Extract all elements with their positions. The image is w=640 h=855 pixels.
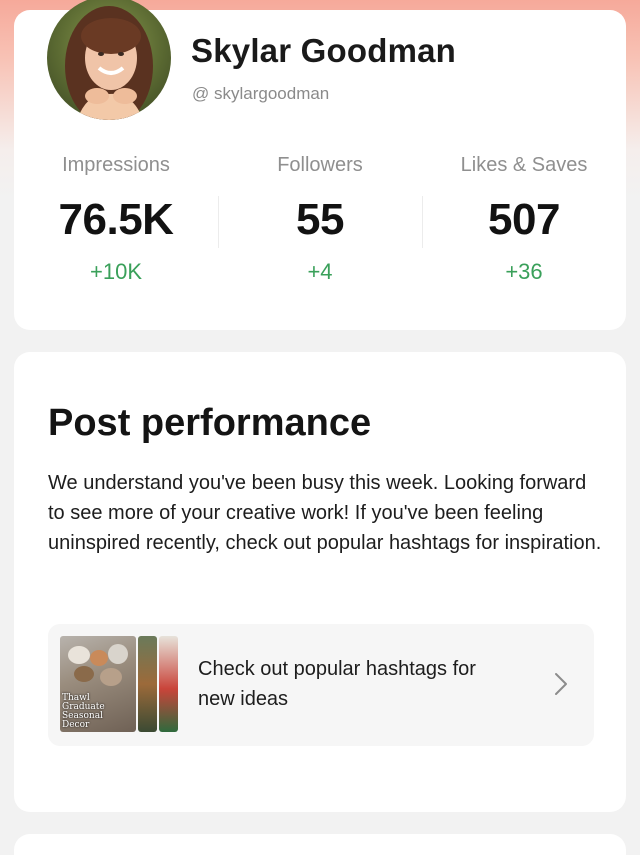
thumbnail-image xyxy=(138,636,157,732)
thumbnail-image: Thawl Graduate Seasonal Decor xyxy=(60,636,136,732)
profile-card: Skylar Goodman @ skylargoodman Impressio… xyxy=(14,0,626,330)
section-title: Post performance xyxy=(48,402,372,444)
stat-delta: +36 xyxy=(505,259,543,284)
stat-label: Impressions xyxy=(62,154,170,176)
post-performance-card: Post performance We understand you've be… xyxy=(14,352,626,812)
stat-delta: +4 xyxy=(307,259,333,284)
stat-value: 55 xyxy=(296,195,344,244)
thumbnail-image xyxy=(159,636,178,732)
avatar-photo xyxy=(47,0,171,120)
thumbnail-caption: Thawl Graduate Seasonal Decor xyxy=(62,693,105,730)
stat-followers[interactable]: Followers 55 +4 xyxy=(218,154,422,294)
stat-value: 507 xyxy=(488,195,560,244)
avatar[interactable] xyxy=(47,0,171,120)
stats-row: Impressions 76.5K +10K Followers 55 +4 L… xyxy=(14,154,626,294)
stat-impressions[interactable]: Impressions 76.5K +10K xyxy=(14,154,218,294)
stat-label: Likes & Saves xyxy=(460,154,588,176)
profile-name: Skylar Goodman xyxy=(191,32,457,69)
hashtag-thumbnails: Thawl Graduate Seasonal Decor xyxy=(60,636,178,732)
performance-message: We understand you've been busy this week… xyxy=(48,472,602,554)
stat-likes-saves[interactable]: Likes & Saves 507 +36 xyxy=(422,154,626,294)
stat-value: 76.5K xyxy=(58,195,174,244)
popular-hashtags-link[interactable]: Thawl Graduate Seasonal Decor Check out … xyxy=(48,624,594,746)
next-card xyxy=(14,834,626,855)
stat-label: Followers xyxy=(277,154,363,176)
profile-handle: @ skylargoodman xyxy=(192,84,330,103)
chevron-right-icon xyxy=(555,673,567,695)
hashtag-prompt: Check out popular hashtags for new ideas xyxy=(198,658,476,710)
stat-delta: +10K xyxy=(90,259,142,284)
